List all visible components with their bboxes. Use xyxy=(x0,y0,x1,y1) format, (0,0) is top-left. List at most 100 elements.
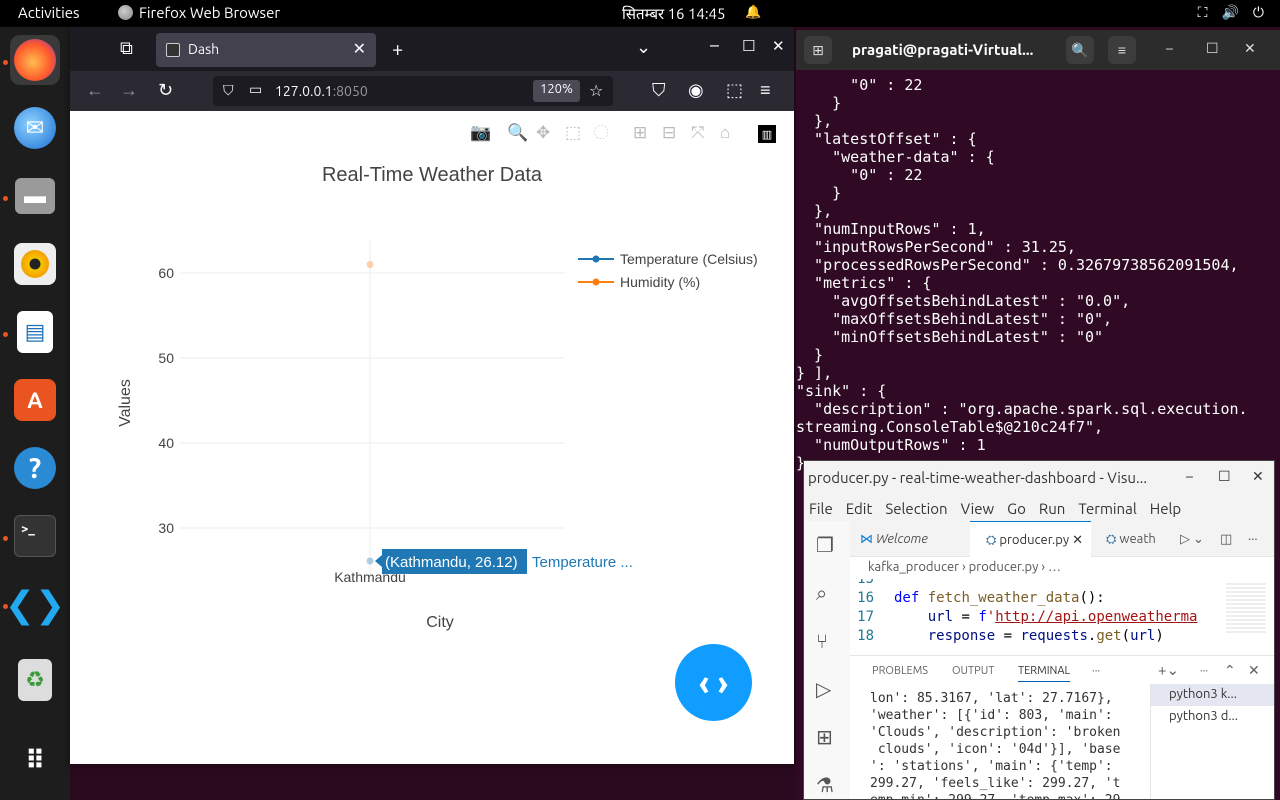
terminal-line: "0" : 22 xyxy=(796,166,923,184)
legend-label[interactable]: Temperature (Celsius) xyxy=(620,251,758,267)
page-info-icon[interactable]: ▭ xyxy=(249,81,262,98)
new-terminal-icon[interactable]: +⌄ xyxy=(1158,661,1179,679)
dock-firefox[interactable] xyxy=(10,35,60,85)
close-tab-icon[interactable]: ✕ xyxy=(353,39,366,58)
close-icon[interactable]: ✕ xyxy=(1244,40,1256,57)
maximize-icon[interactable]: ☐ xyxy=(742,37,755,55)
testing-icon[interactable]: ⚗ xyxy=(816,773,834,797)
tab-weather[interactable]: ⛭ weath xyxy=(1106,521,1156,557)
url-bar[interactable]: ⛉ ▭ 127.0.0.1:8050 120% ☆ xyxy=(213,76,613,106)
maximize-icon[interactable]: ☐ xyxy=(1218,468,1231,485)
terminal-instance[interactable]: python3 d... xyxy=(1151,706,1274,728)
menu-run[interactable]: Run xyxy=(1039,500,1065,521)
run-debug-icon[interactable]: ▷ xyxy=(816,677,831,701)
minimap[interactable] xyxy=(1226,583,1266,633)
tab-producer[interactable]: ⛭ producer.py ✕ xyxy=(970,521,1091,557)
dock-files[interactable]: ▬ xyxy=(10,171,60,221)
tab-terminal[interactable]: TERMINAL xyxy=(1018,665,1071,682)
zoom-level[interactable]: 120% xyxy=(533,80,580,102)
activities-button[interactable]: Activities xyxy=(18,4,80,21)
panel-menu-icon[interactable]: ··· xyxy=(1200,665,1208,677)
app-menu[interactable]: Firefox Web Browser xyxy=(118,4,280,21)
list-tabs-icon[interactable]: ⌄ xyxy=(636,37,651,58)
data-point[interactable] xyxy=(366,261,374,268)
close-panel-icon[interactable]: ✕ xyxy=(1248,662,1260,679)
terminal-line: }, xyxy=(796,202,833,220)
back-icon[interactable]: ← xyxy=(86,80,104,101)
dock-show-apps[interactable]: ⠿ xyxy=(10,735,60,785)
close-icon[interactable]: ✕ xyxy=(1252,468,1264,485)
dock-impress[interactable]: ▤ xyxy=(10,307,60,357)
dock-thunderbird[interactable]: ✉ xyxy=(10,103,60,153)
menu-help[interactable]: Help xyxy=(1150,500,1181,521)
dock-vscode[interactable]: ❮❯ xyxy=(5,579,65,629)
url-text[interactable]: 127.0.0.1:8050 xyxy=(275,83,368,99)
menu-file[interactable]: File xyxy=(809,500,833,521)
network-icon: ⛶ xyxy=(1197,4,1208,20)
legend-label[interactable]: Humidity (%) xyxy=(620,274,700,290)
new-tab-icon[interactable]: + xyxy=(392,37,403,60)
bookmark-star-icon[interactable]: ☆ xyxy=(589,81,603,100)
data-point[interactable] xyxy=(366,557,374,565)
minimize-icon[interactable]: – xyxy=(1186,468,1193,484)
system-tray[interactable]: ⛶ 🔊 ⏻ xyxy=(1198,4,1264,21)
tab-output[interactable]: OUTPUT xyxy=(952,665,994,677)
run-icon[interactable]: ▷ ⌄ xyxy=(1180,521,1204,557)
legend-marker[interactable] xyxy=(592,255,600,263)
menu-selection[interactable]: Selection xyxy=(885,500,947,521)
split-editor-icon[interactable]: ◫ xyxy=(1220,521,1232,557)
minimize-icon[interactable]: – xyxy=(710,35,719,55)
dock-rhythmbox[interactable] xyxy=(10,239,60,289)
reload-icon[interactable]: ↻ xyxy=(158,80,173,101)
breadcrumb[interactable]: kafka_producer › producer.py › … xyxy=(850,557,1274,579)
shield-icon[interactable]: ⛉ xyxy=(223,82,234,99)
panel-more-icon[interactable]: ··· xyxy=(1092,665,1100,677)
minimize-icon[interactable]: – xyxy=(1166,40,1173,56)
new-tab-icon[interactable]: ⊞ xyxy=(804,36,832,64)
extensions-icon[interactable]: ⊞ xyxy=(816,725,833,749)
firefox-icon xyxy=(14,39,56,81)
explorer-icon[interactable]: ❐ xyxy=(816,533,834,557)
more-actions-icon[interactable]: ··· xyxy=(1248,521,1258,557)
account-icon[interactable]: ◉ xyxy=(688,80,704,101)
dock-app-center[interactable]: A xyxy=(10,375,60,425)
terminal-output[interactable]: "0" : 22 } }, "latestOffset" : { "weathe… xyxy=(796,76,1280,472)
terminal-line: "sink" : { xyxy=(796,382,887,400)
code-editor[interactable]: 15 16 def fetch_weather_data(): 17 url = … xyxy=(850,579,1274,655)
dock-trash[interactable]: ♻ xyxy=(10,655,60,705)
extensions-icon[interactable]: ⬚ xyxy=(726,80,743,101)
search-icon[interactable]: 🔍 xyxy=(1066,36,1094,64)
tab-dash[interactable]: Dash ✕ xyxy=(156,33,376,67)
terminal-instance[interactable]: python3 k... xyxy=(1151,684,1274,706)
close-window-icon[interactable]: ✕ xyxy=(772,37,785,55)
dash-debug-button[interactable]: ‹ › xyxy=(675,644,752,721)
terminal-line: } xyxy=(796,94,842,112)
tab-overview-icon[interactable]: ⧉ xyxy=(120,38,133,59)
tab-problems[interactable]: PROBLEMS xyxy=(872,665,928,677)
panel-tabs: PROBLEMS OUTPUT TERMINAL ··· +⌄ ··· ⌃ ✕ xyxy=(850,656,1274,684)
menu-view[interactable]: View xyxy=(961,500,995,521)
terminal-line: "numOutputRows" : 1 xyxy=(796,436,986,454)
bottom-panel: PROBLEMS OUTPUT TERMINAL ··· +⌄ ··· ⌃ ✕ … xyxy=(850,655,1274,799)
menu-terminal[interactable]: Terminal xyxy=(1078,500,1136,521)
legend-marker[interactable] xyxy=(592,278,600,286)
running-indicator xyxy=(3,604,8,609)
menu-icon[interactable]: ≡ xyxy=(760,80,771,101)
files-icon: ▬ xyxy=(15,178,55,214)
maximize-panel-icon[interactable]: ⌃ xyxy=(1224,662,1236,679)
terminal-line: "metrics" : { xyxy=(796,274,932,292)
menu-go[interactable]: Go xyxy=(1007,500,1026,521)
pocket-icon[interactable]: ⛉ xyxy=(652,80,666,101)
integrated-terminal-output[interactable]: lon': 85.3167, 'lat': 27.7167}, 'weather'… xyxy=(870,690,1150,799)
dock-help[interactable]: ? xyxy=(10,443,60,493)
terminal-line: 'Clouds', 'description': 'broken xyxy=(870,725,1121,740)
maximize-icon[interactable]: ☐ xyxy=(1206,40,1219,57)
source-control-icon[interactable]: ⑂ xyxy=(816,629,828,652)
menu-icon[interactable]: ≡ xyxy=(1108,36,1136,64)
tab-welcome[interactable]: ⋈ Welcome xyxy=(860,521,928,557)
clock[interactable]: सितम्बर 16 14:45 xyxy=(622,4,725,24)
search-icon[interactable]: ⌕ xyxy=(816,581,827,605)
dock-terminal[interactable]: >_ xyxy=(10,511,60,561)
forward-icon[interactable]: → xyxy=(120,80,138,101)
menu-edit[interactable]: Edit xyxy=(846,500,873,521)
